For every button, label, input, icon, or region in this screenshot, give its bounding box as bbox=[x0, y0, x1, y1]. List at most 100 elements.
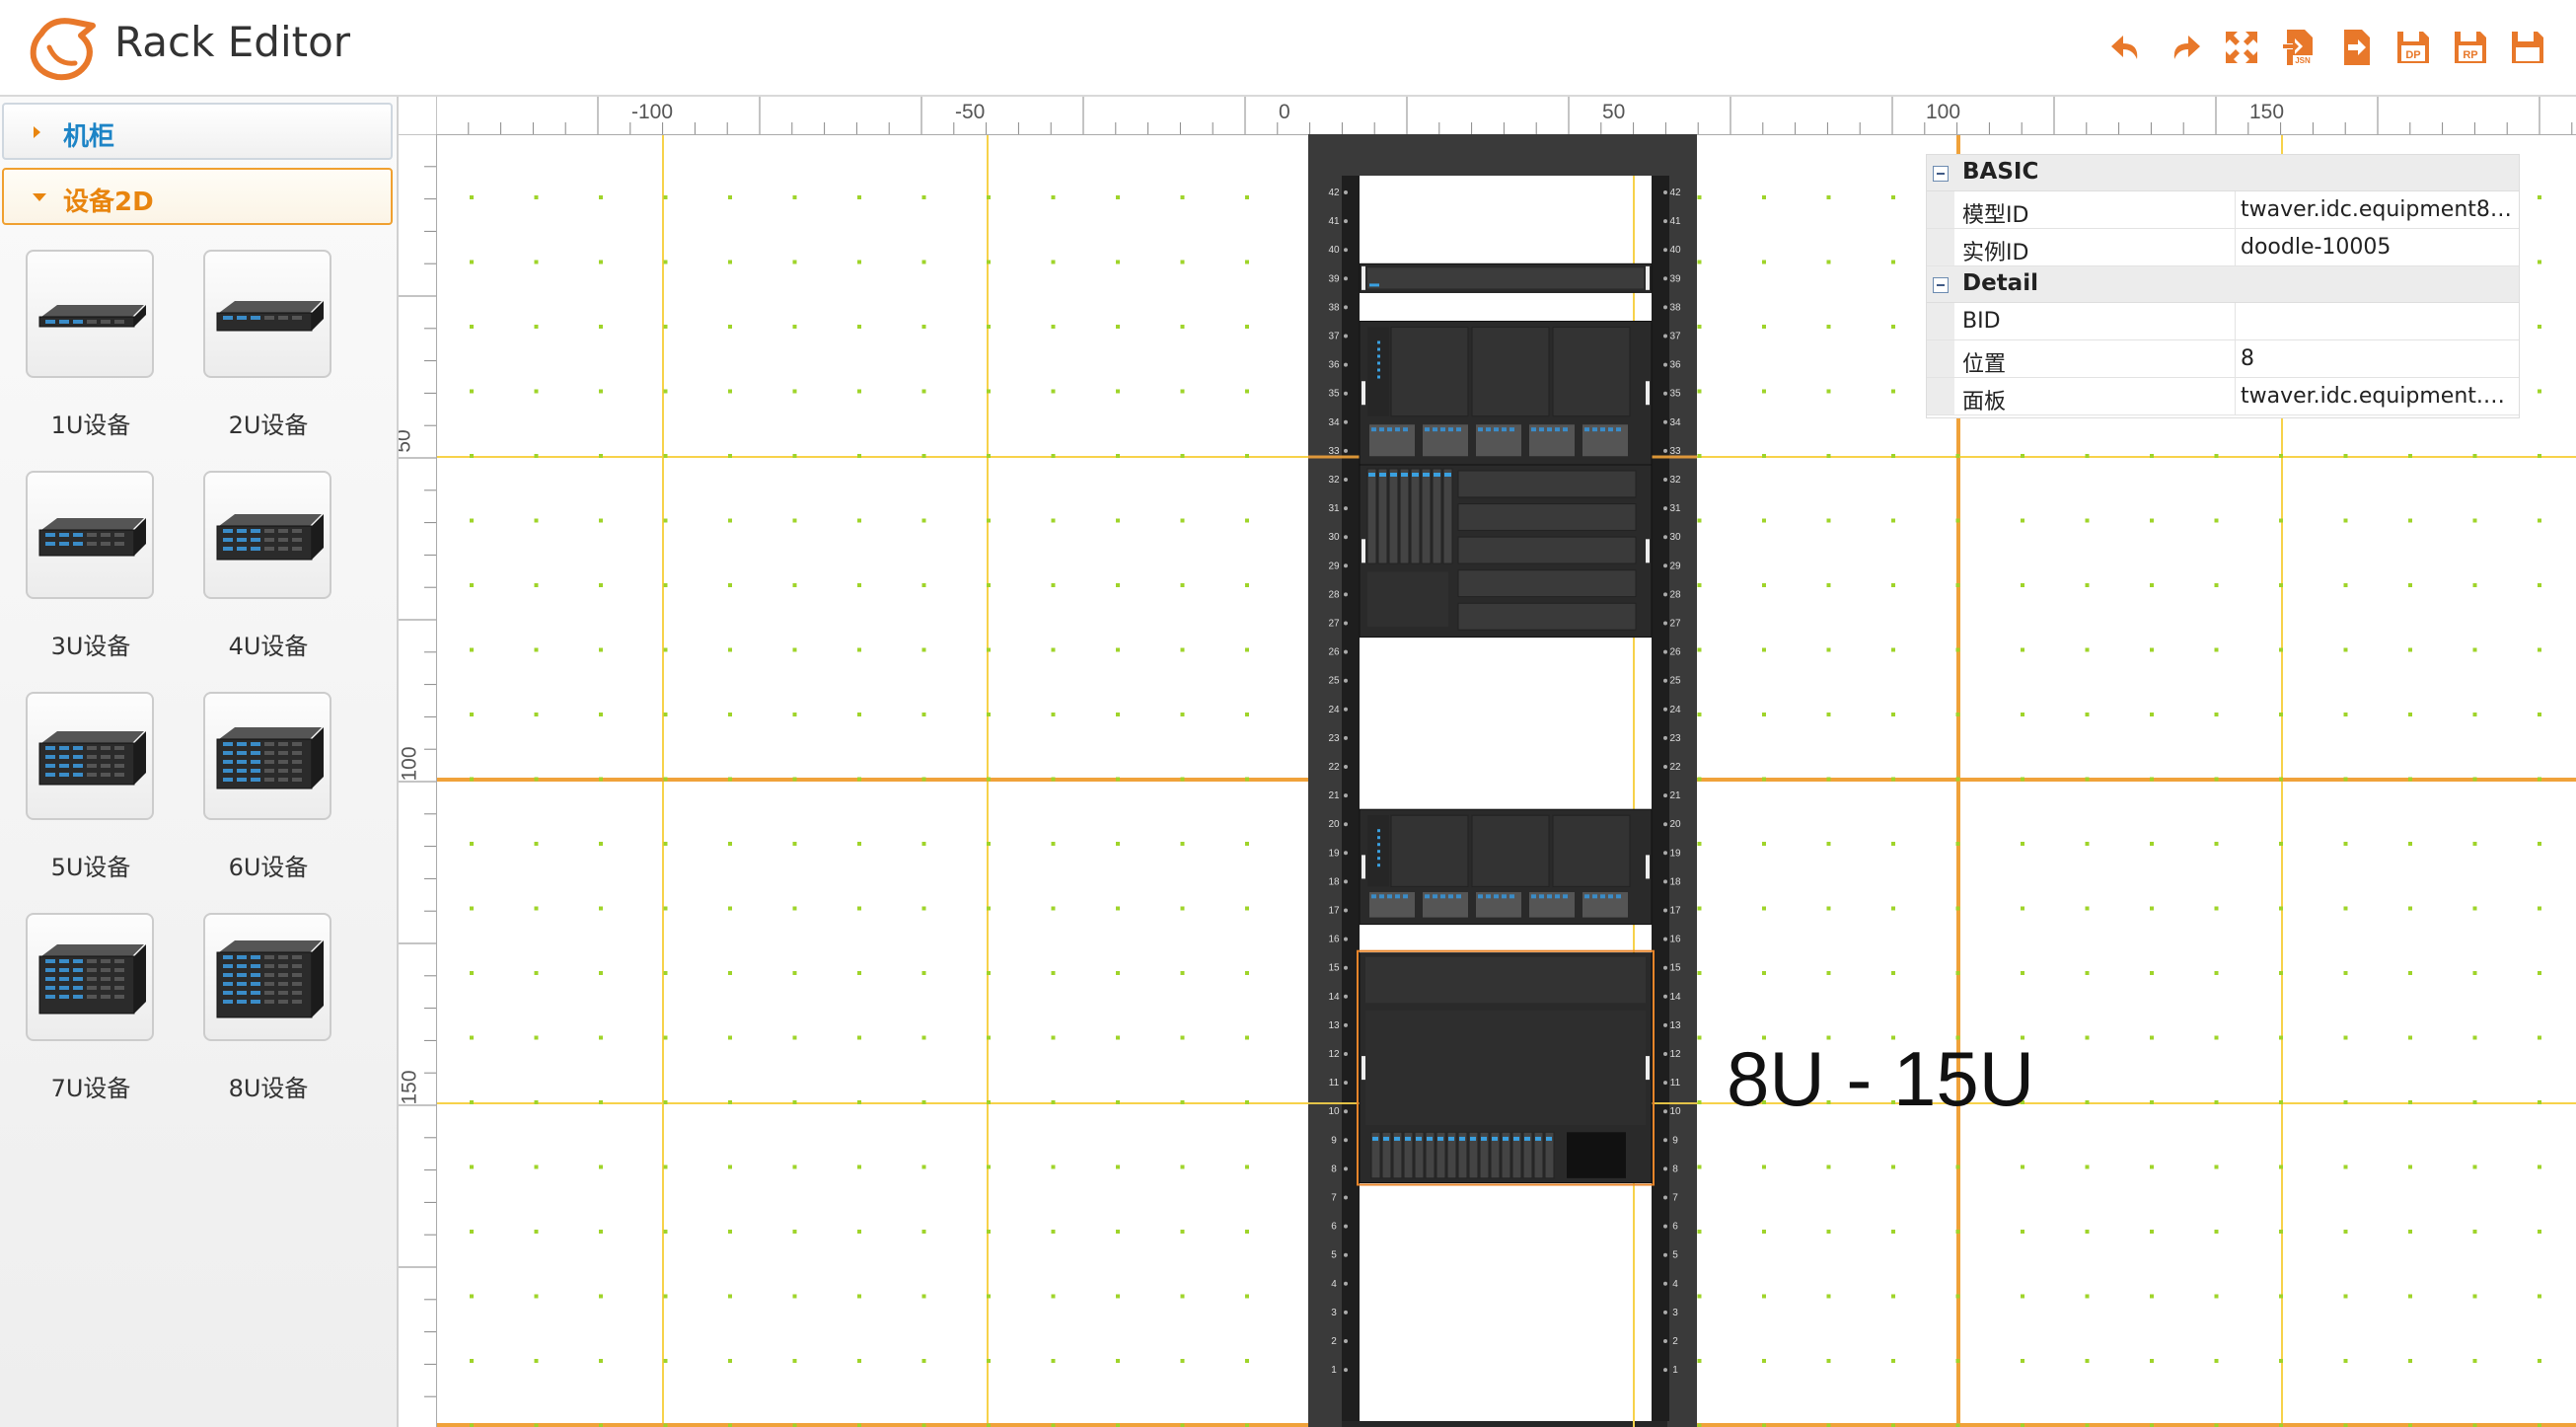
rack-unit-number: 35 bbox=[1669, 389, 1681, 400]
device-label: 7U设备 bbox=[50, 1075, 131, 1102]
rack-unit-number: 10 bbox=[1669, 1106, 1681, 1117]
svg-text:DP: DP bbox=[2405, 49, 2420, 61]
rack-unit-number: 19 bbox=[1328, 848, 1340, 859]
rack-unit-number: 23 bbox=[1328, 733, 1340, 744]
property-value[interactable]: 8 bbox=[2241, 346, 2513, 371]
collapse-icon[interactable] bbox=[1933, 166, 1949, 182]
import-json-button[interactable]: JSN bbox=[2279, 28, 2318, 67]
device-thumbnail[interactable] bbox=[203, 250, 331, 378]
property-value[interactable]: doodle-10005 bbox=[2241, 235, 2513, 260]
property-row[interactable]: 面板 twaver.idc.equipment.ne... bbox=[1927, 378, 2519, 415]
device-thumbnail[interactable] bbox=[203, 913, 331, 1041]
app-title: Rack Editor bbox=[114, 18, 351, 66]
rack-unit-number: 42 bbox=[1669, 188, 1681, 198]
device-item-2u[interactable]: 2U设备 bbox=[178, 250, 355, 469]
property-group-basic[interactable]: BASIC bbox=[1927, 155, 2519, 191]
rack-unit-number: 12 bbox=[1669, 1049, 1681, 1060]
rack-cabinet[interactable]: 42 42 41 41 40 40 39 39 38 38 37 37 36 36 35 35 34 34 33 33… bbox=[1308, 134, 1697, 1427]
rack-unit-number: 39 bbox=[1328, 273, 1340, 284]
property-group-title: Detail bbox=[1962, 270, 2038, 296]
sidebar: 机柜 设备2D 1U设备 2U设备 3U设备 4U设备 5U设备 6U设备 7U设备 8U设备 bbox=[0, 97, 399, 1427]
device-thumbnail[interactable] bbox=[203, 471, 331, 599]
device-thumbnail[interactable] bbox=[26, 913, 154, 1041]
rack-unit-number: 15 bbox=[1328, 963, 1340, 974]
rack-unit-number: 24 bbox=[1328, 705, 1340, 715]
rack-unit-number: 17 bbox=[1328, 906, 1340, 917]
server-icon bbox=[216, 301, 324, 332]
rack-unit-number: 29 bbox=[1328, 561, 1340, 571]
property-value[interactable]: twaver.idc.equipment.ne... bbox=[2241, 384, 2513, 409]
server-icon bbox=[38, 731, 146, 786]
redo-button[interactable] bbox=[2165, 28, 2204, 67]
device-item-6u[interactable]: 6U设备 bbox=[178, 692, 355, 911]
rack-device[interactable] bbox=[1359, 952, 1653, 1184]
device-label: 8U设备 bbox=[228, 1075, 309, 1102]
export-icon bbox=[2344, 30, 2370, 65]
rack-device[interactable] bbox=[1359, 321, 1653, 466]
column-divider bbox=[2235, 378, 2236, 414]
device-item-3u[interactable]: 3U设备 bbox=[0, 471, 178, 690]
horizontal-ruler-ticks bbox=[436, 97, 2573, 134]
device-thumbnail[interactable] bbox=[26, 692, 154, 820]
fit-screen-icon bbox=[2226, 32, 2257, 63]
rack-unit-number: 29 bbox=[1669, 561, 1681, 571]
rack-unit-number: 37 bbox=[1669, 332, 1681, 342]
device-item-7u[interactable]: 7U设备 bbox=[0, 913, 178, 1132]
collapse-icon[interactable] bbox=[1933, 277, 1949, 293]
rack-device[interactable] bbox=[1359, 464, 1653, 638]
property-row[interactable]: 位置 8 bbox=[1927, 340, 2519, 378]
device-item-8u[interactable]: 8U设备 bbox=[178, 913, 355, 1132]
device-thumbnail[interactable] bbox=[203, 692, 331, 820]
save-rp-button[interactable]: RP bbox=[2451, 28, 2490, 67]
save-button[interactable] bbox=[2508, 28, 2547, 67]
device-item-1u[interactable]: 1U设备 bbox=[0, 250, 178, 469]
device-thumbnail[interactable] bbox=[26, 250, 154, 378]
rack-unit-number: 38 bbox=[1328, 302, 1340, 313]
ruler-corner bbox=[399, 97, 437, 135]
property-key: BID bbox=[1962, 309, 2001, 334]
rack-unit-number: 13 bbox=[1669, 1020, 1681, 1031]
rack-device[interactable] bbox=[1359, 263, 1653, 293]
save-dp-button[interactable]: DP bbox=[2393, 28, 2433, 67]
device-item-5u[interactable]: 5U设备 bbox=[0, 692, 178, 911]
rack-unit-number: 37 bbox=[1328, 332, 1340, 342]
rack-unit-number: 42 bbox=[1328, 188, 1340, 198]
rack-unit-number: 34 bbox=[1328, 417, 1340, 428]
rack-unit-number: 41 bbox=[1669, 216, 1681, 227]
column-divider bbox=[2235, 303, 2236, 339]
property-row[interactable]: 模型ID twaver.idc.equipment8.f... bbox=[1927, 191, 2519, 229]
rack-unit-number: 2 bbox=[1672, 1336, 1678, 1347]
rack-unit-number: 20 bbox=[1328, 819, 1340, 830]
property-value[interactable]: twaver.idc.equipment8.f... bbox=[2241, 197, 2513, 222]
rack-unit-number: 23 bbox=[1669, 733, 1681, 744]
selection-range-label: 8U - 15U bbox=[1727, 1035, 2035, 1122]
column-divider bbox=[2235, 191, 2236, 228]
export-button[interactable] bbox=[2336, 28, 2376, 67]
accordion-device-2d-label: 设备2D bbox=[63, 188, 154, 217]
server-icon bbox=[38, 305, 146, 328]
property-key: 实例ID bbox=[1962, 241, 2029, 265]
rack-unit-number: 20 bbox=[1669, 819, 1681, 830]
property-group-detail[interactable]: Detail bbox=[1927, 266, 2519, 303]
row-gutter bbox=[1927, 191, 1954, 228]
accordion-device-2d[interactable]: 设备2D bbox=[2, 168, 393, 225]
property-row[interactable]: 实例ID doodle-10005 bbox=[1927, 229, 2519, 266]
undo-icon bbox=[2111, 36, 2138, 59]
device-item-4u[interactable]: 4U设备 bbox=[178, 471, 355, 690]
device-label: 3U设备 bbox=[50, 633, 131, 660]
fit-screen-button[interactable] bbox=[2222, 28, 2261, 67]
rack-unit-number: 18 bbox=[1669, 876, 1681, 887]
rack-unit-number: 36 bbox=[1669, 360, 1681, 371]
server-icon bbox=[216, 514, 324, 561]
rack-unit-number: 3 bbox=[1331, 1308, 1337, 1318]
accordion-cabinet[interactable]: 机柜 bbox=[2, 103, 393, 160]
save-icon bbox=[2512, 32, 2543, 63]
device-thumbnail[interactable] bbox=[26, 471, 154, 599]
rack-unit-number: 11 bbox=[1329, 1078, 1340, 1089]
property-row[interactable]: BID bbox=[1927, 303, 2519, 340]
rack-device[interactable] bbox=[1359, 808, 1653, 926]
undo-button[interactable] bbox=[2107, 28, 2147, 67]
rack-unit-number: 40 bbox=[1328, 245, 1340, 256]
rack-unit-number: 19 bbox=[1669, 848, 1681, 859]
rack-unit-number: 27 bbox=[1669, 619, 1681, 630]
